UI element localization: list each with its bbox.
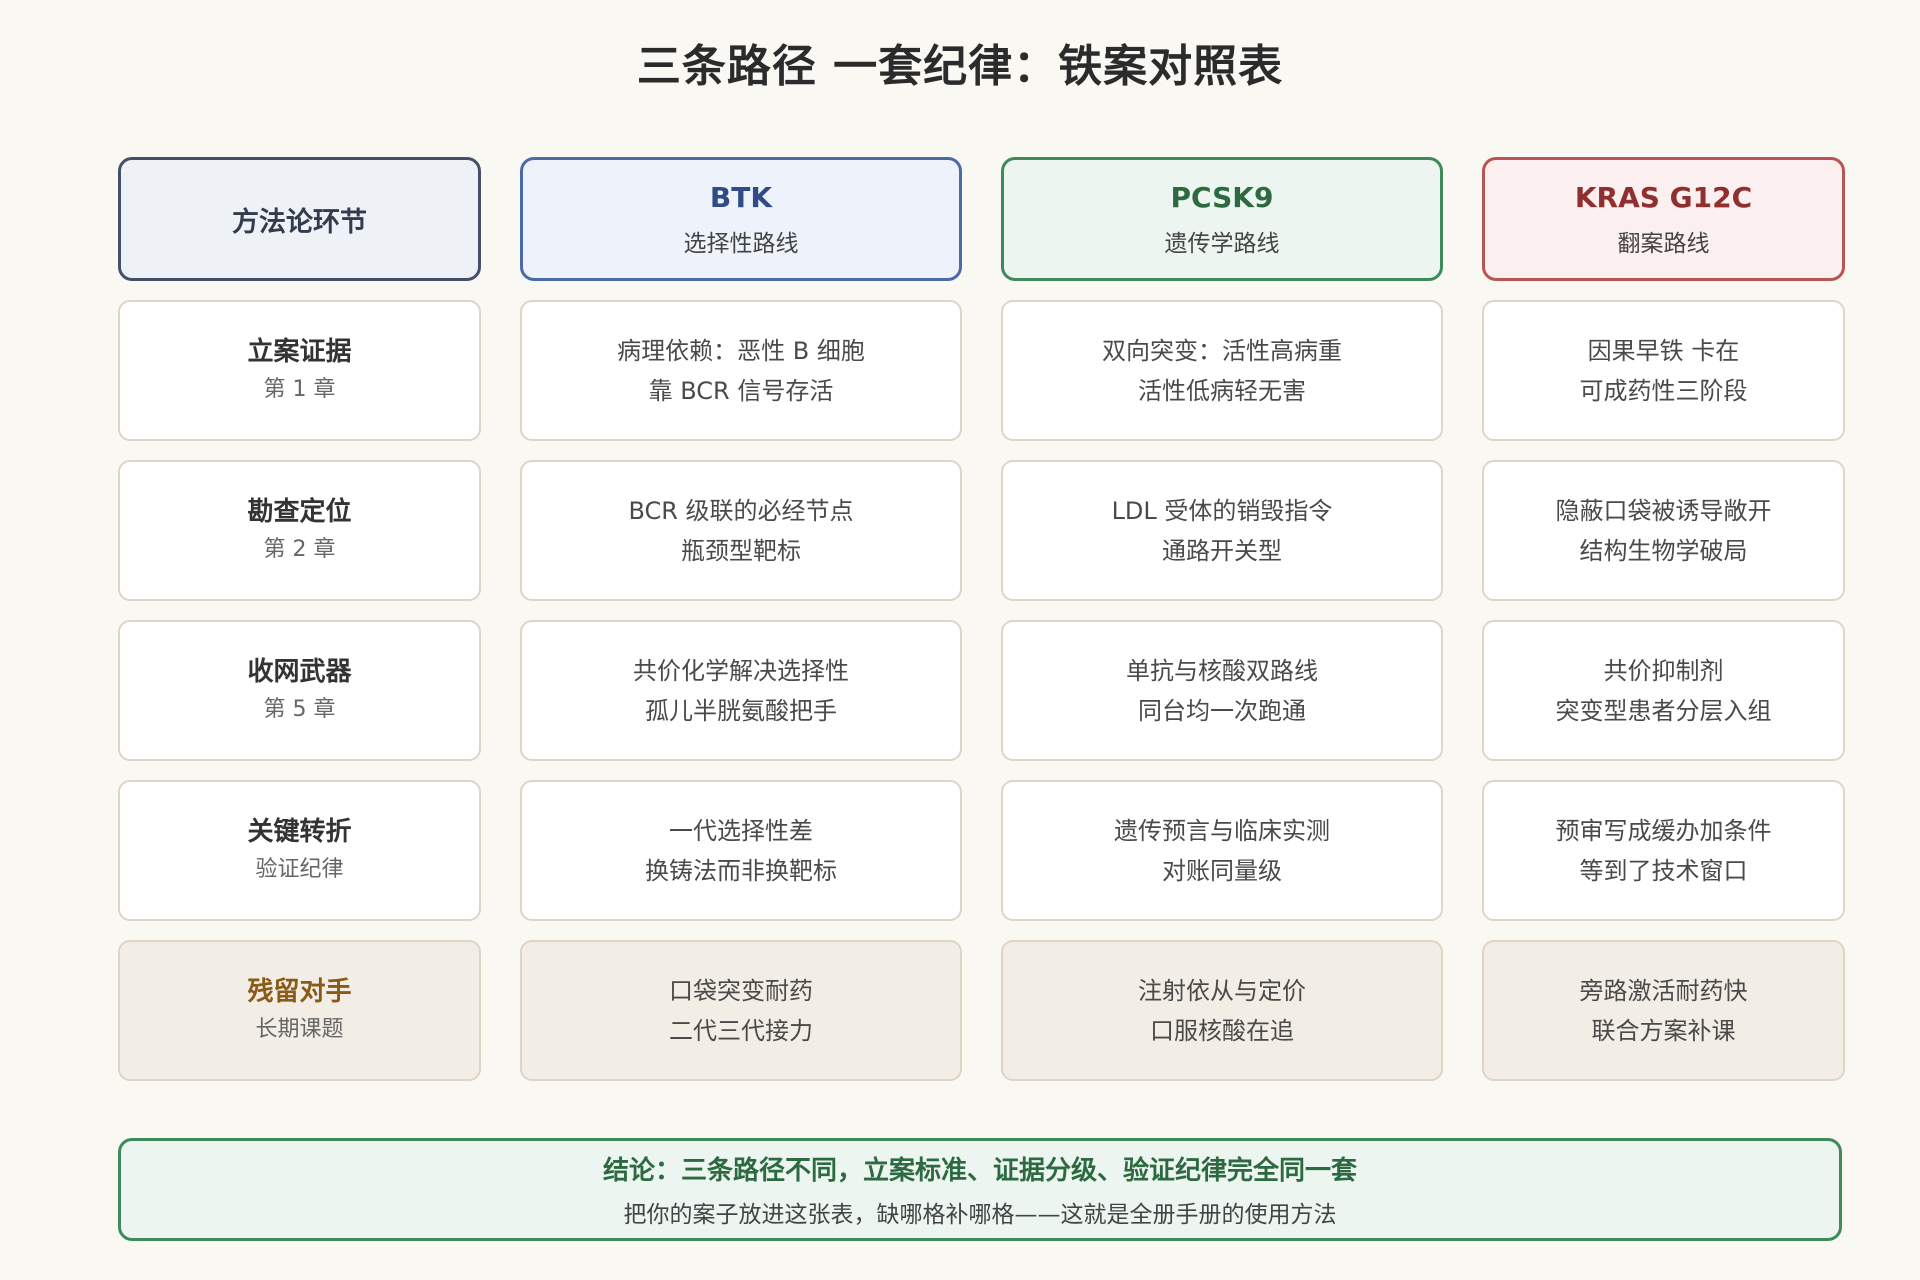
cell-line: 同台均一次跑通 <box>1138 696 1306 725</box>
cell-btk-weapon: 共价化学解决选择性 孤儿半胱氨酸把手 <box>520 620 962 761</box>
cell-line: 预审写成缓办加条件 <box>1555 816 1772 845</box>
row-label: 勘查定位 <box>247 496 352 527</box>
cell-btk-residual: 口袋突变耐药 二代三代接力 <box>520 940 962 1081</box>
comparison-table: 方法论环节 BTK 选择性路线 PCSK9 遗传学路线 KRAS G12C 翻案… <box>118 157 1845 1081</box>
cell-line: 口袋突变耐药 <box>669 976 813 1005</box>
row-chapter: 第 1 章 <box>263 376 336 402</box>
header-kras-g12c: KRAS G12C 翻案路线 <box>1482 157 1845 281</box>
row-label: 立案证据 <box>247 336 352 367</box>
cell-line: 因果早铁 卡在 <box>1587 336 1740 365</box>
cell-btk-turning-point: 一代选择性差 换铸法而非换靶标 <box>520 780 962 921</box>
row-label-evidence: 立案证据 第 1 章 <box>118 300 481 441</box>
cell-line: LDL 受体的销毁指令 <box>1111 496 1333 525</box>
header-title: KRAS G12C <box>1574 180 1753 214</box>
cell-line: 对账同量级 <box>1162 856 1282 885</box>
cell-btk-evidence: 病理依赖：恶性 B 细胞 靠 BCR 信号存活 <box>520 300 962 441</box>
cell-line: 可成药性三阶段 <box>1579 376 1748 405</box>
cell-line: BCR 级联的必经节点 <box>628 496 854 525</box>
header-pcsk9: PCSK9 遗传学路线 <box>1001 157 1443 281</box>
cell-line: 双向突变：活性高病重 <box>1102 336 1342 365</box>
header-title: PCSK9 <box>1170 180 1274 214</box>
cell-pcsk9-turning-point: 遗传预言与临床实测 对账同量级 <box>1001 780 1443 921</box>
row-label-weapon: 收网武器 第 5 章 <box>118 620 481 761</box>
cell-line: 等到了技术窗口 <box>1579 856 1748 885</box>
cell-kras-evidence: 因果早铁 卡在 可成药性三阶段 <box>1482 300 1845 441</box>
cell-line: 口服核酸在追 <box>1150 1016 1294 1045</box>
cell-line: 瓶颈型靶标 <box>681 536 801 565</box>
cell-kras-survey: 隐蔽口袋被诱导敞开 结构生物学破局 <box>1482 460 1845 601</box>
cell-kras-residual: 旁路激活耐药快 联合方案补课 <box>1482 940 1845 1081</box>
cell-pcsk9-residual: 注射依从与定价 口服核酸在追 <box>1001 940 1443 1081</box>
row-label: 收网武器 <box>247 656 352 687</box>
row-chapter: 验证纪律 <box>255 856 344 882</box>
cell-line: 共价抑制剂 <box>1603 656 1724 685</box>
conclusion-title: 结论：三条路径不同，立案标准、证据分级、验证纪律完全同一套 <box>602 1156 1357 1186</box>
row-chapter: 长期课题 <box>255 1016 344 1042</box>
cell-line: 共价化学解决选择性 <box>633 656 849 685</box>
cell-line: 隐蔽口袋被诱导敞开 <box>1555 496 1772 525</box>
header-title: 方法论环节 <box>232 206 367 238</box>
header-title: BTK <box>709 180 773 214</box>
conclusion-box: 结论：三条路径不同，立案标准、证据分级、验证纪律完全同一套 把你的案子放进这张表… <box>118 1138 1842 1241</box>
cell-line: 注射依从与定价 <box>1138 976 1306 1005</box>
cell-line: 遗传预言与临床实测 <box>1114 816 1330 845</box>
cell-line: 一代选择性差 <box>669 816 813 845</box>
conclusion-subtitle: 把你的案子放进这张表，缺哪格补哪格——这就是全册手册的使用方法 <box>623 1202 1337 1228</box>
header-btk: BTK 选择性路线 <box>520 157 962 281</box>
row-chapter: 第 2 章 <box>263 536 336 562</box>
cell-line: 孤儿半胱氨酸把手 <box>645 696 837 725</box>
cell-line: 靠 BCR 信号存活 <box>648 376 834 405</box>
header-subtitle: 选择性路线 <box>683 230 799 257</box>
row-label-residual: 残留对手 长期课题 <box>118 940 481 1081</box>
row-chapter: 第 5 章 <box>263 696 336 722</box>
page-title: 三条路径 一套纪律：铁案对照表 <box>636 41 1284 92</box>
header-subtitle: 遗传学路线 <box>1164 230 1280 257</box>
header-subtitle: 翻案路线 <box>1617 230 1710 257</box>
cell-pcsk9-survey: LDL 受体的销毁指令 通路开关型 <box>1001 460 1443 601</box>
cell-line: 单抗与核酸双路线 <box>1126 656 1318 685</box>
row-label: 残留对手 <box>247 976 352 1007</box>
cell-btk-survey: BCR 级联的必经节点 瓶颈型靶标 <box>520 460 962 601</box>
cell-line: 换铸法而非换靶标 <box>645 856 837 885</box>
cell-line: 联合方案补课 <box>1591 1016 1736 1045</box>
cell-kras-weapon: 共价抑制剂 突变型患者分层入组 <box>1482 620 1845 761</box>
cell-line: 通路开关型 <box>1162 536 1282 565</box>
cell-line: 结构生物学破局 <box>1579 536 1748 565</box>
cell-line: 二代三代接力 <box>669 1016 813 1045</box>
row-label-survey: 勘查定位 第 2 章 <box>118 460 481 601</box>
cell-line: 突变型患者分层入组 <box>1555 696 1772 725</box>
cell-line: 旁路激活耐药快 <box>1579 976 1748 1005</box>
cell-line: 病理依赖：恶性 B 细胞 <box>617 336 865 365</box>
cell-pcsk9-evidence: 双向突变：活性高病重 活性低病轻无害 <box>1001 300 1443 441</box>
cell-line: 活性低病轻无害 <box>1138 376 1306 405</box>
row-label-turning-point: 关键转折 验证纪律 <box>118 780 481 921</box>
cell-kras-turning-point: 预审写成缓办加条件 等到了技术窗口 <box>1482 780 1845 921</box>
header-methodology: 方法论环节 <box>118 157 481 281</box>
cell-pcsk9-weapon: 单抗与核酸双路线 同台均一次跑通 <box>1001 620 1443 761</box>
row-label: 关键转折 <box>247 816 352 847</box>
